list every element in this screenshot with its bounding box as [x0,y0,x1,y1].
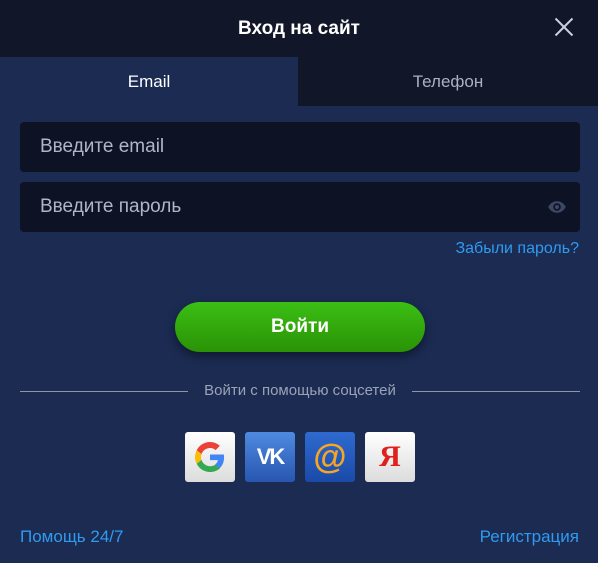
login-tabs: Email Телефон [0,57,598,106]
register-link[interactable]: Регистрация [480,527,579,547]
yandex-login-button[interactable]: Я [365,432,415,482]
yandex-icon: Я [379,440,401,473]
login-modal: Вход на сайт Email Телефон Забыли пароль… [0,0,598,563]
google-login-button[interactable] [185,432,235,482]
mail-ru-icon: @ [313,438,347,476]
divider-line-right [412,391,580,392]
forgot-password-link[interactable]: Забыли пароль? [455,240,579,258]
social-divider: Войти с помощью соцсетей [20,381,580,401]
eye-icon[interactable] [546,197,568,217]
email-input[interactable] [20,122,580,172]
tab-phone[interactable]: Телефон [298,57,598,106]
google-icon [195,442,225,472]
help-link[interactable]: Помощь 24/7 [20,527,123,547]
modal-header: Вход на сайт [0,0,598,57]
vk-icon: VK [256,444,286,469]
vk-login-button[interactable]: VK [245,432,295,482]
social-buttons: VK @ Я [185,432,415,482]
login-button[interactable]: Войти [175,302,425,352]
password-field-wrapper [20,182,580,232]
close-icon[interactable] [554,17,574,37]
email-field-wrapper [20,122,580,172]
modal-title: Вход на сайт [238,17,360,39]
mail-ru-login-button[interactable]: @ [305,432,355,482]
tab-email[interactable]: Email [0,57,298,106]
password-input[interactable] [20,182,580,232]
